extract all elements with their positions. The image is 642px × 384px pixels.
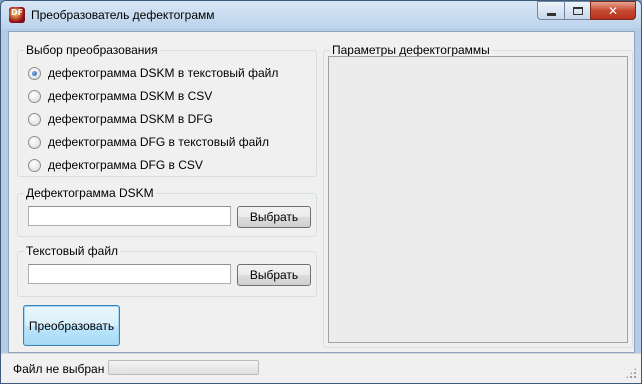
params-group-label: Параметры дефектограммы <box>330 43 492 57</box>
app-icon[interactable]: DF <box>9 7 25 23</box>
radio-label: дефектограмма DFG в CSV <box>48 158 203 172</box>
dskm-browse-button[interactable]: Выбрать <box>237 206 311 228</box>
radio-label: дефектограмма DFG в текстовый файл <box>48 135 269 149</box>
radio-button[interactable] <box>28 89 41 103</box>
text-browse-button[interactable]: Выбрать <box>237 264 311 286</box>
main-window: DF Преобразователь дефектограмм ✕ Выбор … <box>0 0 642 384</box>
title-bar[interactable]: DF Преобразователь дефектограмм ✕ <box>1 1 641 29</box>
minimize-icon <box>546 12 556 16</box>
radio-option-dfg-text[interactable]: дефектограмма DFG в текстовый файл <box>28 134 269 150</box>
conversion-groupbox: Выбор преобразования дефектограмма DSKM … <box>17 43 317 177</box>
window-title: Преобразователь дефектограмм <box>31 8 215 22</box>
radio-button[interactable] <box>28 112 41 126</box>
maximize-icon <box>572 6 583 15</box>
radio-label: дефектограмма DSKM в текстовый файл <box>48 66 279 80</box>
radio-option-dfg-csv[interactable]: дефектограмма DFG в CSV <box>28 157 203 173</box>
resize-grip[interactable] <box>625 367 637 379</box>
text-group-label: Текстовый файл <box>24 244 121 258</box>
text-path-input[interactable] <box>28 264 231 284</box>
maximize-button[interactable] <box>564 1 590 20</box>
client-area: Выбор преобразования дефектограмма DSKM … <box>8 31 635 353</box>
dskm-file-groupbox: Дефектограмма DSKM Выбрать <box>17 186 317 237</box>
radio-button[interactable] <box>28 158 41 172</box>
radio-option-dskm-dfg[interactable]: дефектограмма DSKM в DFG <box>28 111 213 127</box>
radio-label: дефектограмма DSKM в DFG <box>48 112 213 126</box>
radio-option-dskm-text[interactable]: дефектограмма DSKM в текстовый файл <box>28 65 278 81</box>
status-bar: Файл не выбран <box>1 353 641 383</box>
status-text: Файл не выбран <box>13 362 105 376</box>
params-panel[interactable] <box>328 56 628 343</box>
radio-button[interactable] <box>28 66 41 80</box>
conversion-group-label: Выбор преобразования <box>24 43 160 57</box>
dskm-group-label: Дефектограмма DSKM <box>24 186 156 200</box>
radio-option-dskm-csv[interactable]: дефектограмма DSKM в CSV <box>28 88 212 104</box>
radio-button[interactable] <box>28 135 41 149</box>
minimize-button[interactable] <box>537 1 564 20</box>
convert-button[interactable]: Преобразовать <box>23 305 120 346</box>
dskm-path-input[interactable] <box>28 206 231 226</box>
close-icon: ✕ <box>607 3 619 18</box>
text-file-groupbox: Текстовый файл Выбрать <box>17 244 317 297</box>
progress-bar <box>108 360 259 375</box>
close-button[interactable]: ✕ <box>590 1 636 20</box>
radio-label: дефектограмма DSKM в CSV <box>48 89 213 103</box>
